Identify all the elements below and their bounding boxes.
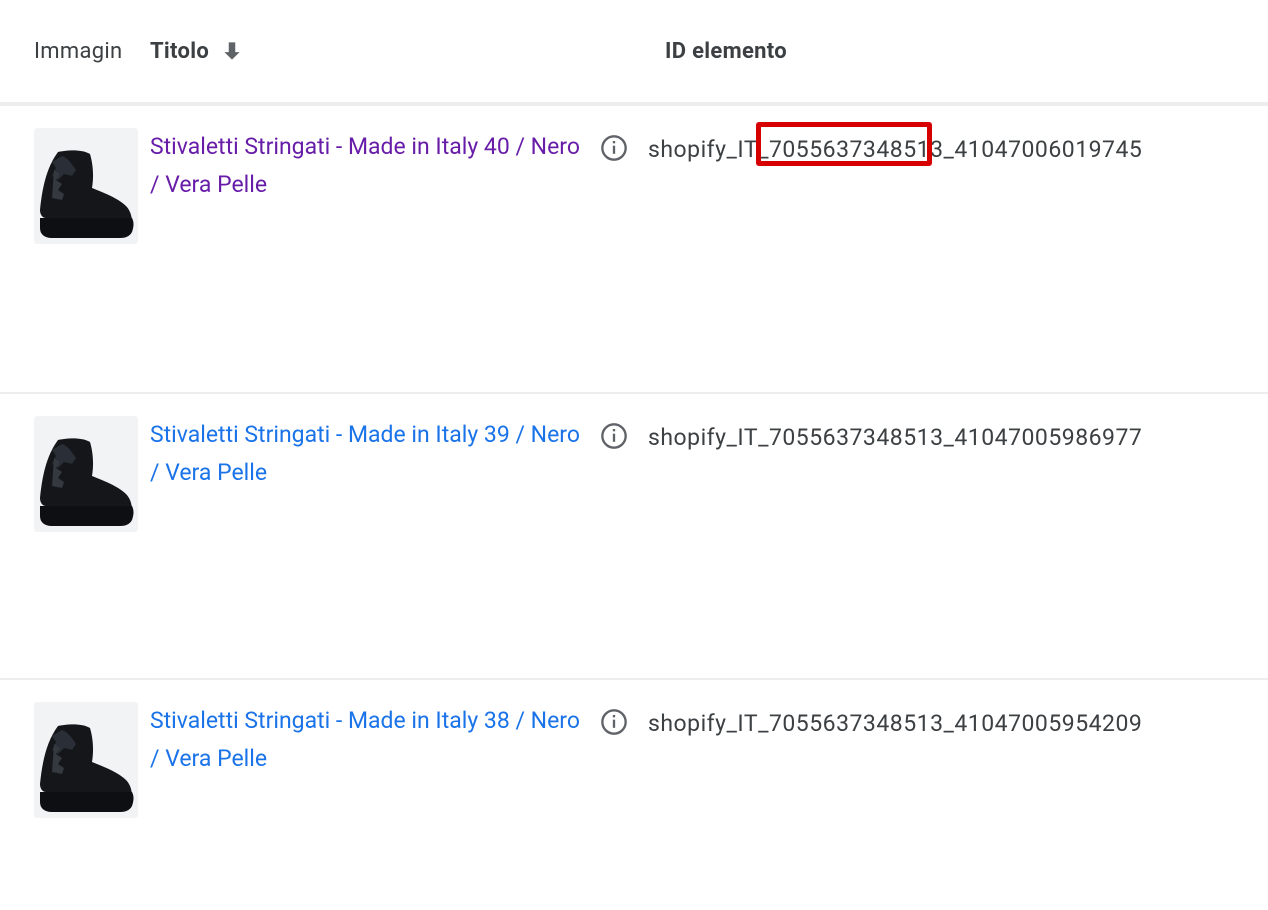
boot-icon: [36, 434, 136, 530]
product-thumbnail[interactable]: [34, 128, 138, 244]
product-id: shopify_IT_7055637348513_41047006019745: [648, 136, 1142, 163]
header-title-sort[interactable]: Titolo: [150, 38, 665, 64]
info-button[interactable]: [580, 708, 648, 736]
product-title-link[interactable]: Stivaletti Stringati - Made in Italy 40 …: [150, 133, 580, 198]
boot-icon: [36, 720, 136, 816]
info-button[interactable]: [580, 422, 648, 450]
product-title-link[interactable]: Stivaletti Stringati - Made in Italy 38 …: [150, 707, 580, 772]
table-header: Immagin Titolo ID elemento: [0, 0, 1268, 106]
product-title-link[interactable]: Stivaletti Stringati - Made in Italy 39 …: [150, 421, 580, 486]
info-button[interactable]: [580, 134, 648, 162]
table-row: Stivaletti Stringati - Made in Italy 38 …: [0, 680, 1268, 880]
header-id[interactable]: ID elemento: [665, 39, 787, 64]
header-image[interactable]: Immagin: [0, 39, 150, 64]
table-row: Stivaletti Stringati - Made in Italy 39 …: [0, 394, 1268, 680]
info-icon: [600, 134, 628, 162]
table-row: Stivaletti Stringati - Made in Italy 40 …: [0, 106, 1268, 394]
sort-descending-icon: [219, 38, 245, 64]
boot-icon: [36, 146, 136, 242]
product-thumbnail[interactable]: [34, 416, 138, 532]
product-thumbnail[interactable]: [34, 702, 138, 818]
info-icon: [600, 422, 628, 450]
product-id: shopify_IT_7055637348513_41047005954209: [648, 710, 1142, 737]
product-id: shopify_IT_7055637348513_41047005986977: [648, 424, 1142, 451]
info-icon: [600, 708, 628, 736]
header-title-label: Titolo: [150, 39, 209, 64]
